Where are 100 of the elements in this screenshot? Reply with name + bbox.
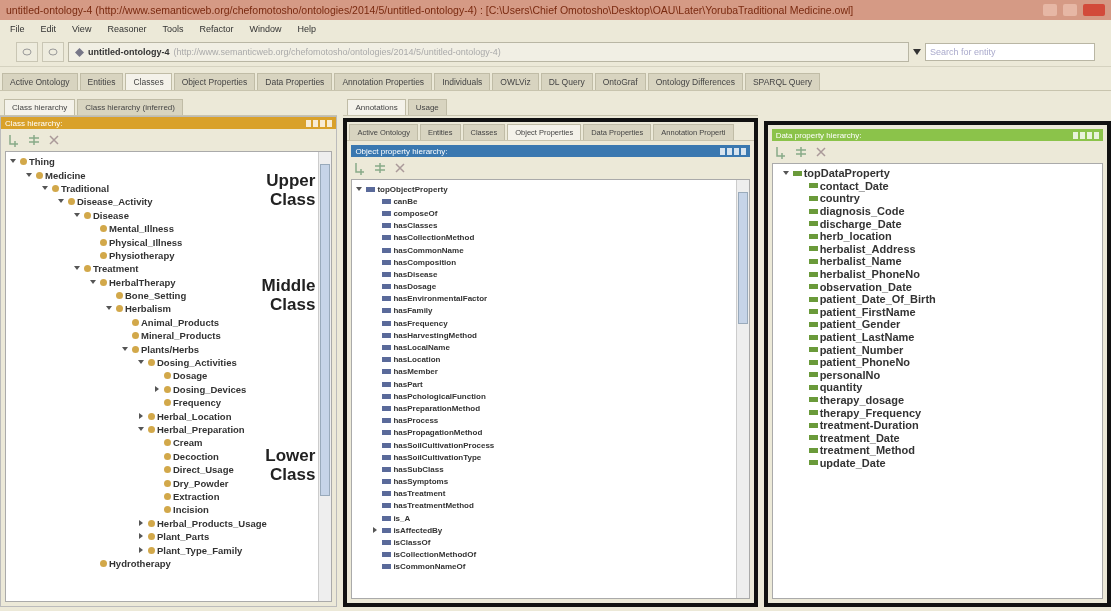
tree-item[interactable]: HerbalTherapy bbox=[109, 276, 176, 288]
tree-item[interactable]: Treatment bbox=[93, 263, 139, 275]
tree-item[interactable]: Traditional bbox=[61, 182, 110, 194]
tree-item[interactable]: isAffectedBy bbox=[393, 525, 443, 535]
tree-item[interactable]: Disease_Activity bbox=[77, 196, 153, 208]
expanded-triangle-icon[interactable] bbox=[74, 211, 80, 218]
tree-item[interactable]: topDataProperty bbox=[803, 167, 890, 180]
tree-item[interactable]: isCommonNameOf bbox=[393, 562, 466, 572]
tab[interactable]: Entities bbox=[79, 73, 124, 90]
tree-item[interactable]: Dry_Powder bbox=[173, 477, 229, 489]
ontology-address-field[interactable]: untitled-ontology-4 (http://www.semanticweb.org/chefomotosho/ontologies/2014/5/untitled-ontology-4) bbox=[68, 42, 909, 62]
tree-item[interactable]: patient_Number bbox=[819, 343, 904, 356]
collapsed-triangle-icon[interactable] bbox=[138, 519, 144, 526]
tab[interactable]: Individuals bbox=[434, 73, 491, 90]
tab[interactable]: DL Query bbox=[540, 73, 593, 90]
menu-item[interactable]: Edit bbox=[40, 24, 57, 34]
search-field[interactable]: Search for entity bbox=[925, 43, 1095, 61]
tree-item[interactable]: observation_Date bbox=[819, 280, 912, 293]
tree-item[interactable]: country bbox=[819, 192, 860, 205]
tree-item[interactable]: hasMember bbox=[393, 367, 438, 377]
tree-item[interactable]: Herbal_Products_Usage bbox=[157, 517, 267, 529]
tree-item[interactable]: patient_FirstName bbox=[819, 305, 916, 318]
tree-item[interactable]: hasPart bbox=[393, 379, 423, 389]
menu-item[interactable]: Refactor bbox=[199, 24, 234, 34]
tree-item[interactable]: patient_PhoneNo bbox=[819, 356, 911, 369]
tree-item[interactable]: therapy_dosage bbox=[819, 394, 904, 406]
tree-item[interactable]: Herbal_Location bbox=[157, 410, 232, 422]
tree-item[interactable]: hasSubClass bbox=[393, 464, 444, 474]
tree-item[interactable]: herb_location bbox=[819, 230, 892, 243]
tree-item[interactable]: hasFrequency bbox=[393, 318, 448, 328]
tree-item[interactable]: herbalist_Name bbox=[819, 255, 902, 268]
tree-item[interactable]: composeOf bbox=[393, 208, 438, 218]
menu-item[interactable]: View bbox=[72, 24, 92, 34]
menu-item[interactable]: Window bbox=[249, 24, 282, 34]
tree-item[interactable]: Incision bbox=[173, 504, 209, 516]
tree-item[interactable]: Medicine bbox=[45, 169, 86, 181]
tree-item[interactable]: quantity bbox=[819, 381, 863, 394]
expanded-triangle-icon[interactable] bbox=[782, 169, 789, 176]
tree-item[interactable]: Herbal_Preparation bbox=[157, 424, 245, 435]
tree-item[interactable]: Thing bbox=[29, 156, 55, 168]
tree-item[interactable]: hasSoilCultivationType bbox=[393, 452, 482, 462]
tree-item[interactable]: Animal_Products bbox=[141, 316, 220, 328]
tree-item[interactable]: treatment_Method bbox=[819, 444, 915, 457]
tree-item[interactable]: hasSoilCultivationProcess bbox=[393, 440, 495, 450]
tree-item[interactable]: Bone_Setting bbox=[125, 290, 187, 302]
tree-item[interactable]: hasDosage bbox=[393, 282, 437, 292]
expanded-triangle-icon[interactable] bbox=[138, 359, 144, 366]
scrollbar[interactable] bbox=[318, 152, 332, 601]
tree-item[interactable]: herbalist_Address bbox=[819, 242, 916, 255]
tree-item[interactable]: therapy_Frequency bbox=[819, 406, 922, 419]
tab[interactable]: Classes bbox=[125, 73, 172, 90]
tree-item[interactable]: herbalist_PhoneNo bbox=[819, 268, 920, 281]
menu-item[interactable]: File bbox=[10, 24, 25, 34]
tree-item[interactable]: patient_Date_Of_Birth bbox=[819, 293, 936, 306]
collapsed-triangle-icon[interactable] bbox=[138, 533, 144, 540]
tree-item[interactable]: hasLocation bbox=[393, 355, 441, 365]
tree-item[interactable]: hasPropagationMethod bbox=[393, 428, 483, 438]
tree-item[interactable]: Frequency bbox=[173, 397, 222, 409]
tree-item[interactable]: Disease bbox=[93, 209, 129, 221]
menu-item[interactable]: Reasoner bbox=[107, 24, 147, 34]
tree-item[interactable]: hasTreatmentMethod bbox=[393, 501, 474, 511]
tree-item[interactable]: hasClasses bbox=[393, 221, 438, 231]
tree-item[interactable]: is_A bbox=[393, 513, 411, 523]
tree-item[interactable]: hasFamily bbox=[393, 306, 433, 316]
tree-item[interactable]: hasTreatment bbox=[393, 489, 446, 499]
expanded-triangle-icon[interactable] bbox=[138, 426, 144, 432]
tree-item[interactable]: isCollectionMethodOf bbox=[393, 550, 477, 560]
tree-item[interactable]: hasLocalName bbox=[393, 343, 450, 353]
tree-item[interactable]: Dosing_Activities bbox=[157, 357, 237, 369]
expanded-triangle-icon[interactable] bbox=[26, 171, 32, 178]
tree-item[interactable]: update_Date bbox=[819, 456, 886, 469]
tree-item[interactable]: Hydrotherapy bbox=[109, 557, 171, 569]
tab[interactable]: OWLViz bbox=[492, 73, 539, 90]
tree-item[interactable]: Mental_Illness bbox=[109, 223, 174, 235]
tree-item[interactable]: Direct_Usage bbox=[173, 464, 234, 476]
expanded-triangle-icon[interactable] bbox=[58, 198, 64, 205]
expanded-triangle-icon[interactable] bbox=[42, 184, 48, 191]
tree-item[interactable]: hasProcess bbox=[393, 416, 439, 426]
tree-item[interactable]: patient_Gender bbox=[819, 318, 901, 331]
tab[interactable]: Annotations bbox=[347, 99, 406, 115]
tree-item[interactable]: patient_LastName bbox=[819, 331, 915, 343]
tree-item[interactable]: Cream bbox=[173, 437, 203, 449]
tree-item[interactable]: hasComposition bbox=[393, 257, 457, 267]
tree-item[interactable]: Physical_Illness bbox=[109, 236, 183, 248]
tree-item[interactable]: topObjectProperty bbox=[377, 184, 448, 194]
panel-buttons-icon[interactable] bbox=[719, 147, 746, 155]
scrollbar[interactable] bbox=[735, 180, 749, 598]
tree-item[interactable]: Extraction bbox=[173, 490, 220, 502]
tree-item[interactable]: hasEnvironmentalFactor bbox=[393, 294, 488, 304]
tree-item[interactable]: Plants/Herbs bbox=[141, 343, 200, 355]
menu-item[interactable]: Help bbox=[297, 24, 316, 34]
tab[interactable]: SPARQL Query bbox=[744, 73, 820, 90]
tree-item[interactable]: contact_Date bbox=[819, 179, 889, 192]
tree-item[interactable]: diagnosis_Code bbox=[819, 205, 905, 218]
tree-item[interactable]: Physiotherapy bbox=[109, 249, 175, 261]
tree-item[interactable]: hasSymptoms bbox=[393, 477, 449, 487]
tree-item[interactable]: treatment_Date bbox=[819, 431, 900, 444]
collapsed-triangle-icon[interactable] bbox=[154, 385, 160, 392]
expanded-triangle-icon[interactable] bbox=[10, 158, 16, 165]
tree-item[interactable]: personalNo bbox=[819, 368, 881, 381]
